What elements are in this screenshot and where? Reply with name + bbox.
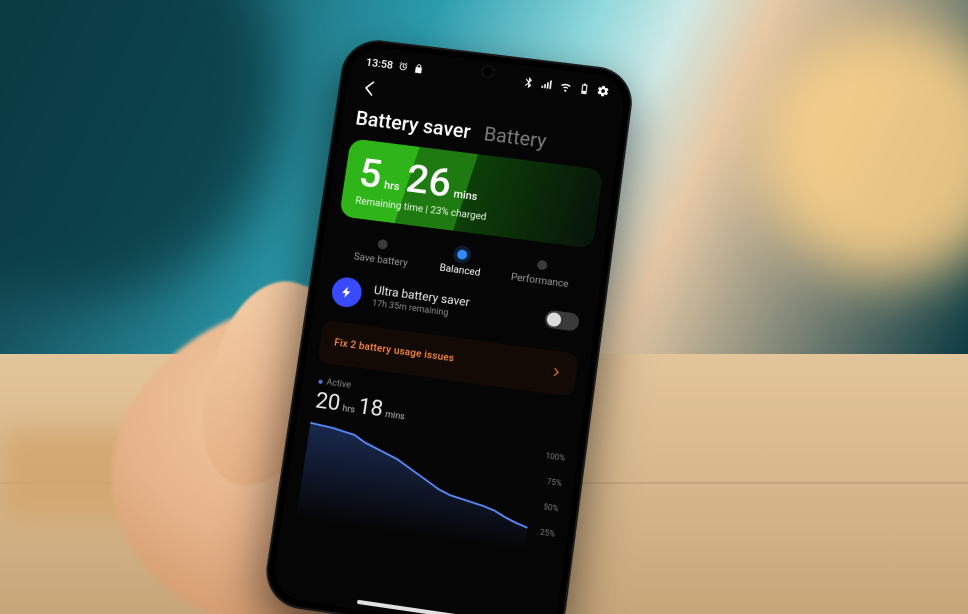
mode-performance[interactable]: Performance (499, 255, 583, 292)
remaining-hours-unit: hrs (381, 178, 404, 197)
ytick-25: 25% (540, 528, 556, 539)
bolt-icon (330, 276, 364, 309)
wifi-icon (559, 80, 573, 94)
clock-text: 13:58 (365, 56, 394, 72)
back-button[interactable] (358, 78, 381, 103)
remaining-mins-unit: mins (450, 187, 482, 207)
active-hours: 20 (314, 388, 342, 416)
tab-battery[interactable]: Battery (483, 122, 548, 153)
nav-pill[interactable] (357, 600, 468, 614)
signal-icon (540, 77, 554, 91)
chevron-right-icon (549, 362, 564, 382)
active-hours-unit: hrs (341, 404, 355, 418)
active-mins: 18 (357, 394, 385, 422)
alarm-icon (397, 61, 409, 73)
fix-issues-text: Fix 2 battery usage issues (333, 338, 454, 365)
phone-screen: 13:58 Battery saver Battery 5 hr (270, 45, 627, 614)
ytick-75: 75% (546, 477, 562, 488)
ytick-50: 50% (543, 502, 559, 513)
battery-icon (577, 82, 591, 96)
remaining-hours: 5 (357, 153, 385, 194)
mode-save-battery[interactable]: Save battery (341, 234, 424, 270)
gear-icon[interactable] (596, 84, 610, 98)
active-mins-unit: mins (384, 410, 405, 425)
remaining-mins: 26 (404, 159, 454, 203)
lock-icon (413, 63, 425, 75)
mode-balanced[interactable]: Balanced (419, 245, 502, 282)
ultra-toggle[interactable] (544, 310, 580, 332)
bluetooth-icon (521, 75, 535, 89)
